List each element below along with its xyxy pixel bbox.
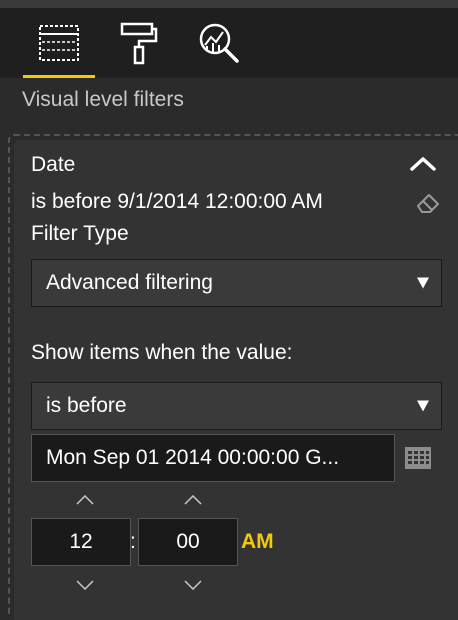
- hour-down-button[interactable]: [74, 578, 96, 592]
- paint-roller-icon: [120, 22, 158, 65]
- chevron-up-icon: [410, 157, 436, 171]
- tab-analytics[interactable]: [183, 8, 255, 78]
- hour-input[interactable]: 12: [31, 518, 131, 566]
- chevron-down-icon: [184, 580, 202, 590]
- time-separator: :: [130, 530, 136, 553]
- dropdown-arrow-icon: [417, 277, 429, 289]
- calendar-button[interactable]: [404, 446, 432, 470]
- dropdown-arrow-icon: [417, 400, 429, 412]
- top-strip: [0, 0, 458, 8]
- visualizations-toolbar: [0, 8, 458, 78]
- tab-fields[interactable]: [23, 8, 95, 78]
- hour-up-button[interactable]: [74, 493, 96, 507]
- tab-format[interactable]: [103, 8, 175, 78]
- minute-input[interactable]: 00: [138, 518, 238, 566]
- chevron-up-icon: [184, 495, 202, 505]
- date-input[interactable]: Mon Sep 01 2014 00:00:00 G...: [31, 434, 395, 482]
- chevron-down-icon: [76, 580, 94, 590]
- clear-filter-button[interactable]: [414, 190, 442, 214]
- condition-value: is before: [46, 394, 127, 417]
- collapse-filter-button[interactable]: [410, 154, 436, 174]
- ampm-toggle[interactable]: AM: [241, 530, 274, 554]
- chevron-up-icon: [76, 495, 94, 505]
- calendar-icon: [405, 447, 431, 469]
- filter-type-dropdown[interactable]: Advanced filtering: [31, 259, 442, 307]
- condition-dropdown[interactable]: is before: [31, 382, 442, 430]
- filter-type-label: Filter Type: [31, 222, 129, 245]
- fields-table-icon: [39, 25, 79, 61]
- visual-level-filters-header: Visual level filters: [22, 88, 184, 111]
- analytics-magnifier-icon: [199, 23, 239, 63]
- filter-summary: is before 9/1/2014 12:00:00 AM: [31, 190, 323, 213]
- filter-type-value: Advanced filtering: [46, 271, 213, 294]
- eraser-icon: [417, 194, 439, 213]
- minute-down-button[interactable]: [182, 578, 204, 592]
- minute-up-button[interactable]: [182, 493, 204, 507]
- filter-field-name: Date: [31, 153, 76, 176]
- show-items-label: Show items when the value:: [31, 341, 293, 364]
